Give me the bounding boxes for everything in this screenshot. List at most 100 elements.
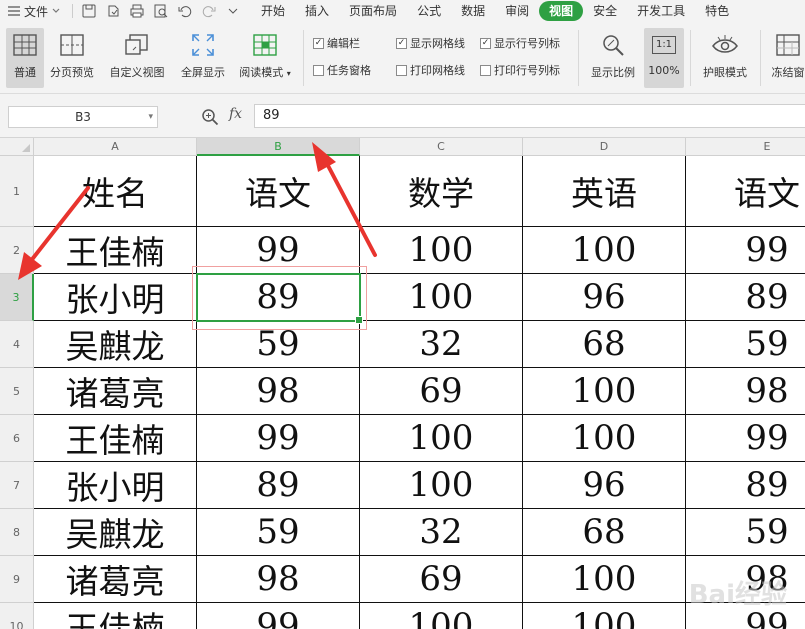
tab-formulas[interactable]: 公式 — [407, 1, 451, 21]
cell-e3[interactable]: 89 — [686, 274, 805, 321]
cell-e5[interactable]: 98 — [686, 368, 805, 415]
page-break-preview-button[interactable]: 分页预览 — [46, 28, 98, 88]
row-header-5[interactable]: 5 — [0, 368, 34, 415]
select-all-corner[interactable] — [0, 138, 34, 156]
file-menu-button[interactable]: 文件 — [0, 0, 68, 22]
export-icon[interactable] — [104, 2, 122, 20]
task-pane-checkbox[interactable]: 任务窗格 — [313, 62, 371, 78]
tab-special[interactable]: 特色 — [695, 1, 739, 21]
cell-c6[interactable]: 100 — [360, 415, 523, 462]
cell-d2[interactable]: 100 — [523, 227, 686, 274]
cell-d8[interactable]: 68 — [523, 509, 686, 556]
cell-c7[interactable]: 100 — [360, 462, 523, 509]
cell-a10[interactable]: 王佳楠 — [34, 603, 197, 629]
cell-e2[interactable]: 99 — [686, 227, 805, 274]
cell-d4[interactable]: 68 — [523, 321, 686, 368]
row-header-10[interactable]: 10 — [0, 603, 34, 629]
cell-e4[interactable]: 59 — [686, 321, 805, 368]
custom-view-button[interactable]: 自定义视图 — [104, 28, 170, 88]
cell-c2[interactable]: 100 — [360, 227, 523, 274]
cell-c5[interactable]: 69 — [360, 368, 523, 415]
cell-b6[interactable]: 99 — [197, 415, 360, 462]
row-header-8[interactable]: 8 — [0, 509, 34, 556]
undo-icon[interactable] — [176, 2, 194, 20]
cell-a4[interactable]: 吴麒龙 — [34, 321, 197, 368]
column-header-d[interactable]: D — [523, 138, 686, 156]
cell-d7[interactable]: 96 — [523, 462, 686, 509]
cell-c8[interactable]: 32 — [360, 509, 523, 556]
cell-b5[interactable]: 98 — [197, 368, 360, 415]
insert-function-button[interactable]: fx — [229, 106, 242, 122]
cell-a1[interactable]: 姓名 — [34, 156, 197, 227]
cell-d10[interactable]: 100 — [523, 603, 686, 629]
cell-e1[interactable]: 语文 — [686, 156, 805, 227]
cell-a8[interactable]: 吴麒龙 — [34, 509, 197, 556]
save-icon[interactable] — [80, 2, 98, 20]
tab-view[interactable]: 视图 — [539, 1, 584, 21]
full-screen-button[interactable]: 全屏显示 — [176, 28, 230, 88]
eye-protection-button[interactable]: 护眼模式 — [698, 28, 752, 88]
cell-d9[interactable]: 100 — [523, 556, 686, 603]
cell-b4[interactable]: 59 — [197, 321, 360, 368]
formula-bar-checkbox[interactable]: ✓ 编辑栏 — [313, 35, 360, 51]
cell-a3[interactable]: 张小明 — [34, 274, 197, 321]
row-header-9[interactable]: 9 — [0, 556, 34, 603]
tab-security[interactable]: 安全 — [583, 1, 627, 21]
reading-mode-button[interactable]: 阅读模式 ▾ — [234, 28, 296, 88]
cell-b10[interactable]: 99 — [197, 603, 360, 629]
column-header-e[interactable]: E — [686, 138, 805, 156]
cell-b3[interactable]: 89 — [197, 274, 360, 321]
show-gridlines-checkbox[interactable]: ✓ 显示网格线 — [396, 35, 465, 51]
tab-page-layout[interactable]: 页面布局 — [339, 1, 407, 21]
print-headers-checkbox[interactable]: 打印行号列标 — [480, 62, 560, 78]
column-header-c[interactable]: C — [360, 138, 523, 156]
cell-e7[interactable]: 89 — [686, 462, 805, 509]
cell-e6[interactable]: 99 — [686, 415, 805, 462]
normal-view-button[interactable]: 普通 — [6, 28, 44, 88]
cell-b8[interactable]: 59 — [197, 509, 360, 556]
cell-d3[interactable]: 96 — [523, 274, 686, 321]
cell-c10[interactable]: 100 — [360, 603, 523, 629]
cell-b7[interactable]: 89 — [197, 462, 360, 509]
cell-a6[interactable]: 王佳楠 — [34, 415, 197, 462]
column-header-b[interactable]: B — [197, 138, 360, 156]
chevron-down-icon[interactable]: ▾ — [148, 107, 153, 127]
cell-d6[interactable]: 100 — [523, 415, 686, 462]
zoom-button[interactable]: 显示比例 — [586, 28, 640, 88]
print-gridlines-checkbox[interactable]: 打印网格线 — [396, 62, 465, 78]
cell-a5[interactable]: 诸葛亮 — [34, 368, 197, 415]
print-icon[interactable] — [128, 2, 146, 20]
cell-c9[interactable]: 69 — [360, 556, 523, 603]
row-header-1[interactable]: 1 — [0, 156, 34, 227]
zoom-search-icon[interactable] — [201, 108, 219, 126]
cell-c4[interactable]: 32 — [360, 321, 523, 368]
cell-e9[interactable]: 98 — [686, 556, 805, 603]
cell-e10[interactable]: 99 — [686, 603, 805, 629]
row-header-4[interactable]: 4 — [0, 321, 34, 368]
cell-b2[interactable]: 99 — [197, 227, 360, 274]
cell-a9[interactable]: 诸葛亮 — [34, 556, 197, 603]
cell-b9[interactable]: 98 — [197, 556, 360, 603]
cell-b1[interactable]: 语文 — [197, 156, 360, 227]
print-preview-icon[interactable] — [152, 2, 170, 20]
tab-home[interactable]: 开始 — [251, 1, 295, 21]
row-header-7[interactable]: 7 — [0, 462, 34, 509]
zoom-100-button[interactable]: 1:1 100% — [644, 28, 684, 88]
column-header-a[interactable]: A — [34, 138, 197, 156]
redo-icon[interactable] — [200, 2, 218, 20]
cell-e8[interactable]: 59 — [686, 509, 805, 556]
tab-review[interactable]: 审阅 — [495, 1, 539, 21]
name-box[interactable]: B3 ▾ — [8, 106, 158, 128]
cell-d5[interactable]: 100 — [523, 368, 686, 415]
formula-input[interactable]: 89 — [254, 104, 805, 128]
row-header-3[interactable]: 3 — [0, 274, 34, 321]
freeze-panes-button[interactable]: 冻结窗 — [766, 28, 805, 88]
cell-a7[interactable]: 张小明 — [34, 462, 197, 509]
cell-c3[interactable]: 100 — [360, 274, 523, 321]
row-header-6[interactable]: 6 — [0, 415, 34, 462]
tab-developer[interactable]: 开发工具 — [627, 1, 695, 21]
show-headers-checkbox[interactable]: ✓ 显示行号列标 — [480, 35, 560, 51]
tab-insert[interactable]: 插入 — [295, 1, 339, 21]
tab-data[interactable]: 数据 — [451, 1, 495, 21]
row-header-2[interactable]: 2 — [0, 227, 34, 274]
